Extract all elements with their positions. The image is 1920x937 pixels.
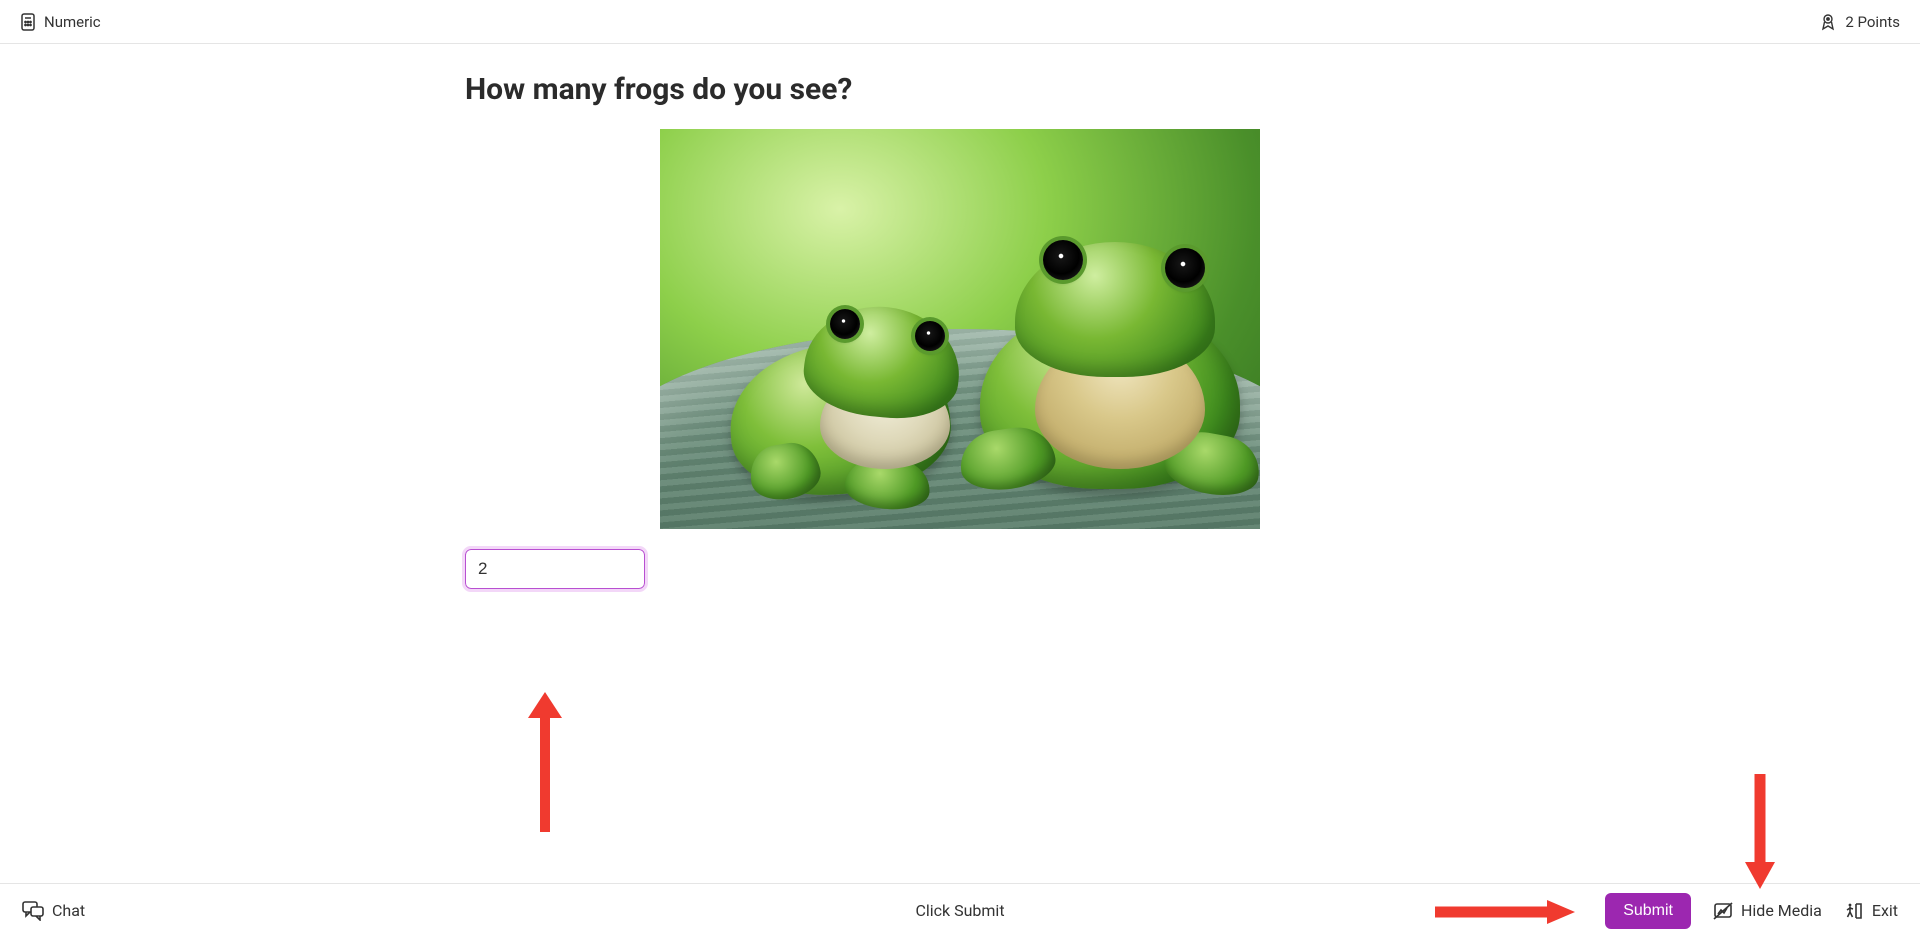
- status-text: Click Submit: [915, 901, 1004, 920]
- chat-label: Chat: [52, 901, 85, 920]
- bottom-bar: Chat Click Submit Submit Hide Media: [0, 883, 1920, 937]
- frog-left: [710, 289, 970, 499]
- annotation-arrow-submit-horizontal: [1435, 900, 1575, 924]
- annotation-arrow-input: [520, 692, 570, 832]
- question-type: Numeric: [20, 13, 101, 31]
- numeric-icon: [20, 13, 36, 31]
- hide-media-label: Hide Media: [1741, 901, 1822, 920]
- points-indicator: 2 Points: [1819, 13, 1900, 31]
- chat-button[interactable]: Chat: [22, 901, 85, 921]
- chat-icon: [22, 901, 44, 921]
- question-container: How many frogs do you see?: [465, 72, 1455, 883]
- exit-label: Exit: [1872, 901, 1898, 920]
- points-icon: [1819, 13, 1837, 31]
- question-image: [660, 129, 1260, 529]
- top-bar: Numeric 2 Points: [0, 0, 1920, 44]
- hide-media-button[interactable]: Hide Media: [1713, 901, 1822, 920]
- question-type-label: Numeric: [44, 13, 101, 31]
- media-container: [465, 129, 1455, 529]
- main-content: How many frogs do you see?: [0, 44, 1920, 883]
- question-title: How many frogs do you see?: [465, 72, 1455, 107]
- frog-right: [960, 234, 1260, 494]
- exit-button[interactable]: Exit: [1844, 901, 1898, 921]
- answer-input[interactable]: [465, 549, 645, 589]
- hide-media-icon: [1713, 902, 1733, 920]
- submit-button[interactable]: Submit: [1605, 893, 1691, 929]
- exit-icon: [1844, 901, 1864, 921]
- points-label: 2 Points: [1845, 13, 1900, 31]
